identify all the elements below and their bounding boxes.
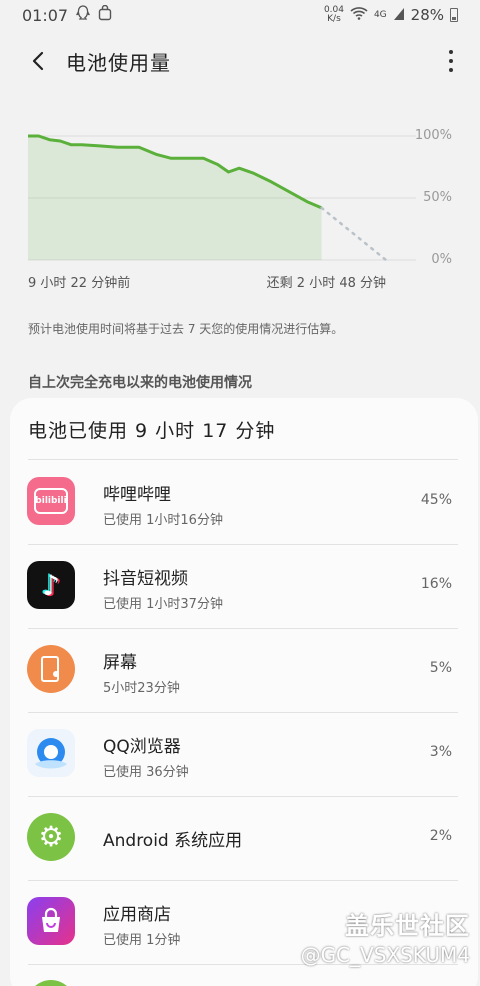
watermark-logo: 盖乐世社区 (345, 912, 470, 940)
list-item-bilibili[interactable]: bilibili 哔哩哔哩 已使用 1小时16分钟 45% (10, 460, 478, 544)
speed-unit: K/s (327, 14, 341, 24)
app-name: 屏幕 (103, 653, 137, 673)
bag-notification-icon (98, 4, 112, 25)
chart-fill-area (28, 136, 322, 260)
app-percent: 2% (429, 828, 452, 844)
status-time: 01:07 (22, 5, 69, 25)
y-tick-100: 100% (414, 128, 452, 143)
usage-card: 电池已使用 9 小时 17 分钟 bilibili 哔哩哔哩 已使用 1小时16… (10, 398, 478, 986)
battery-chart: 100% 50% 0% 9 小时 22 分钟前 还剩 2 小时 48 分钟 (28, 128, 458, 298)
x-label-start: 9 小时 22 分钟前 (28, 276, 131, 291)
gear-glyph: ⚙ (38, 820, 64, 853)
app-percent: 3% (429, 744, 452, 760)
battery-percent: 28% (410, 6, 444, 24)
app-percent: 16% (420, 576, 452, 592)
signal-icon (393, 6, 405, 24)
app-usage: 已使用 36分钟 (103, 765, 189, 780)
battery-chart-svg (28, 134, 416, 262)
network-speed: 0.04 K/s (324, 6, 344, 24)
app-name: QQ浏览器 (103, 737, 181, 757)
battery-predicted-line (320, 206, 388, 262)
app-name: 哔哩哔哩 (103, 485, 171, 505)
more-dot (449, 50, 453, 54)
bilibili-icon: bilibili (27, 477, 75, 525)
y-tick-50: 50% (423, 190, 452, 205)
douyin-icon: ♪ (27, 561, 75, 609)
app-name: 应用商店 (103, 905, 171, 925)
chevron-left-icon (32, 51, 44, 71)
more-dot (449, 59, 453, 63)
watermark-user: @GC_VSXSKUM4 (300, 943, 470, 967)
list-item-douyin[interactable]: ♪ 抖音短视频 已使用 1小时37分钟 16% (10, 544, 478, 628)
estimate-note: 预计电池使用时间将基于过去 7 天您的使用情况进行估算。 (28, 322, 344, 336)
app-usage: 已使用 1小时37分钟 (103, 597, 223, 612)
app-name: 抖音短视频 (103, 569, 188, 589)
bilibili-screen: bilibili (34, 488, 68, 514)
app-store-icon (27, 897, 75, 945)
app-percent: 45% (420, 492, 452, 508)
next-app-icon (27, 980, 75, 986)
status-bar: 01:07 0.04 K/s 4G 28% (0, 0, 480, 30)
screen-icon (27, 645, 75, 693)
usage-card-title: 电池已使用 9 小时 17 分钟 (28, 420, 276, 442)
page-title: 电池使用量 (66, 50, 171, 75)
list-item-screen[interactable]: 屏幕 5小时23分钟 5% (10, 628, 478, 712)
section-title: 自上次完全充电以来的电池使用情况 (28, 375, 252, 391)
settings-gear-icon: ⚙ (27, 813, 75, 861)
app-name: Android 系统应用 (103, 831, 243, 851)
back-button[interactable] (18, 41, 58, 81)
wifi-icon (350, 6, 368, 24)
music-note-glyph: ♪ (42, 568, 60, 602)
battery-icon (450, 8, 458, 22)
qq-browser-icon (27, 729, 75, 777)
watermark: 盖乐世社区 @GC_VSXSKUM4 (301, 906, 470, 967)
y-tick-0: 0% (431, 252, 452, 267)
list-item-android-system[interactable]: ⚙ Android 系统应用 2% (10, 796, 478, 880)
app-percent: 5% (429, 660, 452, 676)
app-usage: 5小时23分钟 (103, 681, 180, 696)
more-dot (449, 68, 453, 72)
qq-notification-icon (76, 5, 91, 25)
app-bar: 电池使用量 (0, 38, 480, 84)
list-item-qq-browser[interactable]: QQ浏览器 已使用 36分钟 3% (10, 712, 478, 796)
status-right: 0.04 K/s 4G 28% (324, 6, 458, 24)
network-type: 4G (373, 10, 387, 20)
app-usage: 已使用 1小时16分钟 (103, 513, 223, 528)
more-options-button[interactable] (446, 50, 456, 72)
x-label-remaining: 还剩 2 小时 48 分钟 (266, 276, 386, 291)
app-usage: 已使用 1分钟 (103, 933, 181, 948)
